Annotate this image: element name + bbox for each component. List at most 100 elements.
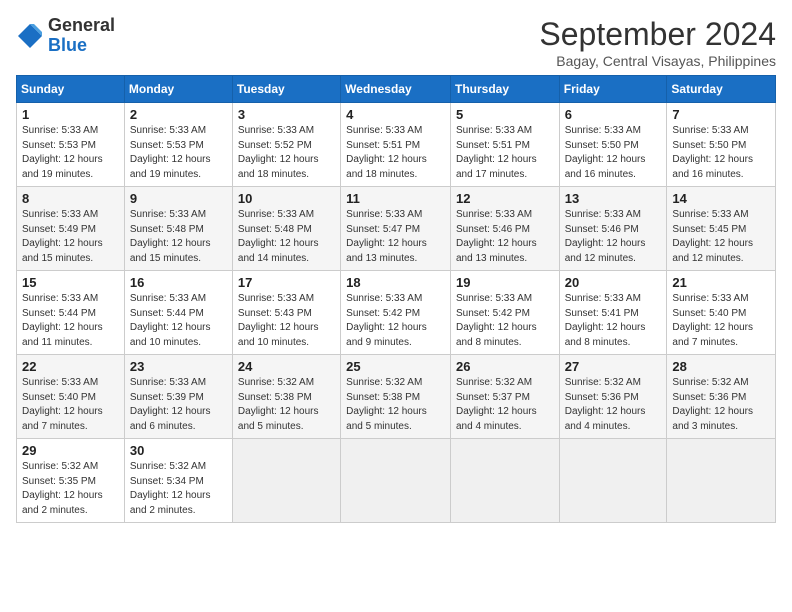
sunrise-label: Sunrise: 5:33 AM <box>565 293 641 304</box>
calendar-cell: 11 Sunrise: 5:33 AM Sunset: 5:47 PM Dayl… <box>341 187 451 271</box>
daylight-label: Daylight: 12 hours and 17 minutes. <box>456 154 537 180</box>
sunset-label: Sunset: 5:51 PM <box>346 140 420 151</box>
sunrise-label: Sunrise: 5:32 AM <box>130 461 206 472</box>
daylight-label: Daylight: 12 hours and 18 minutes. <box>346 154 427 180</box>
calendar-cell <box>559 439 667 523</box>
day-info: Sunrise: 5:33 AM Sunset: 5:48 PM Dayligh… <box>238 208 335 266</box>
sunset-label: Sunset: 5:53 PM <box>130 140 204 151</box>
daylight-label: Daylight: 12 hours and 15 minutes. <box>22 238 103 264</box>
daylight-label: Daylight: 12 hours and 6 minutes. <box>130 406 211 432</box>
sunrise-label: Sunrise: 5:33 AM <box>130 293 206 304</box>
sunrise-label: Sunrise: 5:33 AM <box>130 209 206 220</box>
sunset-label: Sunset: 5:38 PM <box>346 392 420 403</box>
daylight-label: Daylight: 12 hours and 16 minutes. <box>672 154 753 180</box>
sunset-label: Sunset: 5:50 PM <box>672 140 746 151</box>
day-info: Sunrise: 5:32 AM Sunset: 5:35 PM Dayligh… <box>22 460 119 518</box>
location-text: Bagay, Central Visayas, Philippines <box>539 53 776 69</box>
header-monday: Monday <box>124 76 232 103</box>
daylight-label: Daylight: 12 hours and 10 minutes. <box>238 322 319 348</box>
sunset-label: Sunset: 5:34 PM <box>130 476 204 487</box>
calendar-cell: 1 Sunrise: 5:33 AM Sunset: 5:53 PM Dayli… <box>17 103 125 187</box>
sunrise-label: Sunrise: 5:33 AM <box>456 209 532 220</box>
day-info: Sunrise: 5:33 AM Sunset: 5:40 PM Dayligh… <box>22 376 119 434</box>
calendar-cell: 10 Sunrise: 5:33 AM Sunset: 5:48 PM Dayl… <box>232 187 340 271</box>
day-number: 8 <box>22 191 119 206</box>
day-info: Sunrise: 5:32 AM Sunset: 5:38 PM Dayligh… <box>238 376 335 434</box>
sunset-label: Sunset: 5:39 PM <box>130 392 204 403</box>
calendar-cell: 9 Sunrise: 5:33 AM Sunset: 5:48 PM Dayli… <box>124 187 232 271</box>
logo-general-text: General <box>48 15 115 35</box>
sunrise-label: Sunrise: 5:32 AM <box>346 377 422 388</box>
sunrise-label: Sunrise: 5:33 AM <box>346 209 422 220</box>
calendar-cell: 28 Sunrise: 5:32 AM Sunset: 5:36 PM Dayl… <box>667 355 776 439</box>
day-number: 15 <box>22 275 119 290</box>
daylight-label: Daylight: 12 hours and 11 minutes. <box>22 322 103 348</box>
header-sunday: Sunday <box>17 76 125 103</box>
sunrise-label: Sunrise: 5:33 AM <box>346 125 422 136</box>
calendar-week-row: 15 Sunrise: 5:33 AM Sunset: 5:44 PM Dayl… <box>17 271 776 355</box>
sunset-label: Sunset: 5:38 PM <box>238 392 312 403</box>
calendar-week-row: 29 Sunrise: 5:32 AM Sunset: 5:35 PM Dayl… <box>17 439 776 523</box>
header-friday: Friday <box>559 76 667 103</box>
sunrise-label: Sunrise: 5:33 AM <box>238 125 314 136</box>
day-number: 25 <box>346 359 445 374</box>
calendar-cell: 30 Sunrise: 5:32 AM Sunset: 5:34 PM Dayl… <box>124 439 232 523</box>
calendar-cell: 4 Sunrise: 5:33 AM Sunset: 5:51 PM Dayli… <box>341 103 451 187</box>
sunset-label: Sunset: 5:37 PM <box>456 392 530 403</box>
sunrise-label: Sunrise: 5:33 AM <box>238 293 314 304</box>
day-info: Sunrise: 5:33 AM Sunset: 5:52 PM Dayligh… <box>238 124 335 182</box>
day-number: 12 <box>456 191 554 206</box>
sunrise-label: Sunrise: 5:33 AM <box>565 209 641 220</box>
calendar-cell: 24 Sunrise: 5:32 AM Sunset: 5:38 PM Dayl… <box>232 355 340 439</box>
daylight-label: Daylight: 12 hours and 13 minutes. <box>456 238 537 264</box>
day-info: Sunrise: 5:33 AM Sunset: 5:41 PM Dayligh… <box>565 292 662 350</box>
day-number: 3 <box>238 107 335 122</box>
month-title: September 2024 <box>539 16 776 53</box>
calendar-cell: 7 Sunrise: 5:33 AM Sunset: 5:50 PM Dayli… <box>667 103 776 187</box>
sunrise-label: Sunrise: 5:33 AM <box>22 125 98 136</box>
calendar-cell: 18 Sunrise: 5:33 AM Sunset: 5:42 PM Dayl… <box>341 271 451 355</box>
day-number: 7 <box>672 107 770 122</box>
day-info: Sunrise: 5:33 AM Sunset: 5:44 PM Dayligh… <box>130 292 227 350</box>
day-number: 20 <box>565 275 662 290</box>
calendar-cell: 16 Sunrise: 5:33 AM Sunset: 5:44 PM Dayl… <box>124 271 232 355</box>
daylight-label: Daylight: 12 hours and 9 minutes. <box>346 322 427 348</box>
day-number: 6 <box>565 107 662 122</box>
sunset-label: Sunset: 5:42 PM <box>346 308 420 319</box>
sunrise-label: Sunrise: 5:33 AM <box>456 125 532 136</box>
sunrise-label: Sunrise: 5:33 AM <box>672 209 748 220</box>
day-number: 1 <box>22 107 119 122</box>
sunrise-label: Sunrise: 5:33 AM <box>672 125 748 136</box>
day-number: 30 <box>130 443 227 458</box>
day-number: 19 <box>456 275 554 290</box>
sunrise-label: Sunrise: 5:32 AM <box>456 377 532 388</box>
weekday-header-row: Sunday Monday Tuesday Wednesday Thursday… <box>17 76 776 103</box>
calendar-header: Sunday Monday Tuesday Wednesday Thursday… <box>17 76 776 103</box>
sunset-label: Sunset: 5:50 PM <box>565 140 639 151</box>
calendar-cell: 21 Sunrise: 5:33 AM Sunset: 5:40 PM Dayl… <box>667 271 776 355</box>
sunset-label: Sunset: 5:48 PM <box>238 224 312 235</box>
day-info: Sunrise: 5:32 AM Sunset: 5:36 PM Dayligh… <box>565 376 662 434</box>
sunset-label: Sunset: 5:48 PM <box>130 224 204 235</box>
calendar-cell <box>450 439 559 523</box>
day-number: 18 <box>346 275 445 290</box>
sunset-label: Sunset: 5:45 PM <box>672 224 746 235</box>
header-wednesday: Wednesday <box>341 76 451 103</box>
day-info: Sunrise: 5:33 AM Sunset: 5:47 PM Dayligh… <box>346 208 445 266</box>
day-info: Sunrise: 5:33 AM Sunset: 5:53 PM Dayligh… <box>22 124 119 182</box>
daylight-label: Daylight: 12 hours and 18 minutes. <box>238 154 319 180</box>
day-number: 4 <box>346 107 445 122</box>
sunset-label: Sunset: 5:36 PM <box>565 392 639 403</box>
day-number: 27 <box>565 359 662 374</box>
sunset-label: Sunset: 5:41 PM <box>565 308 639 319</box>
calendar-cell: 5 Sunrise: 5:33 AM Sunset: 5:51 PM Dayli… <box>450 103 559 187</box>
day-number: 17 <box>238 275 335 290</box>
sunset-label: Sunset: 5:44 PM <box>22 308 96 319</box>
header-thursday: Thursday <box>450 76 559 103</box>
header-tuesday: Tuesday <box>232 76 340 103</box>
logo-icon <box>16 22 44 50</box>
daylight-label: Daylight: 12 hours and 5 minutes. <box>346 406 427 432</box>
calendar-cell: 14 Sunrise: 5:33 AM Sunset: 5:45 PM Dayl… <box>667 187 776 271</box>
day-number: 9 <box>130 191 227 206</box>
daylight-label: Daylight: 12 hours and 15 minutes. <box>130 238 211 264</box>
